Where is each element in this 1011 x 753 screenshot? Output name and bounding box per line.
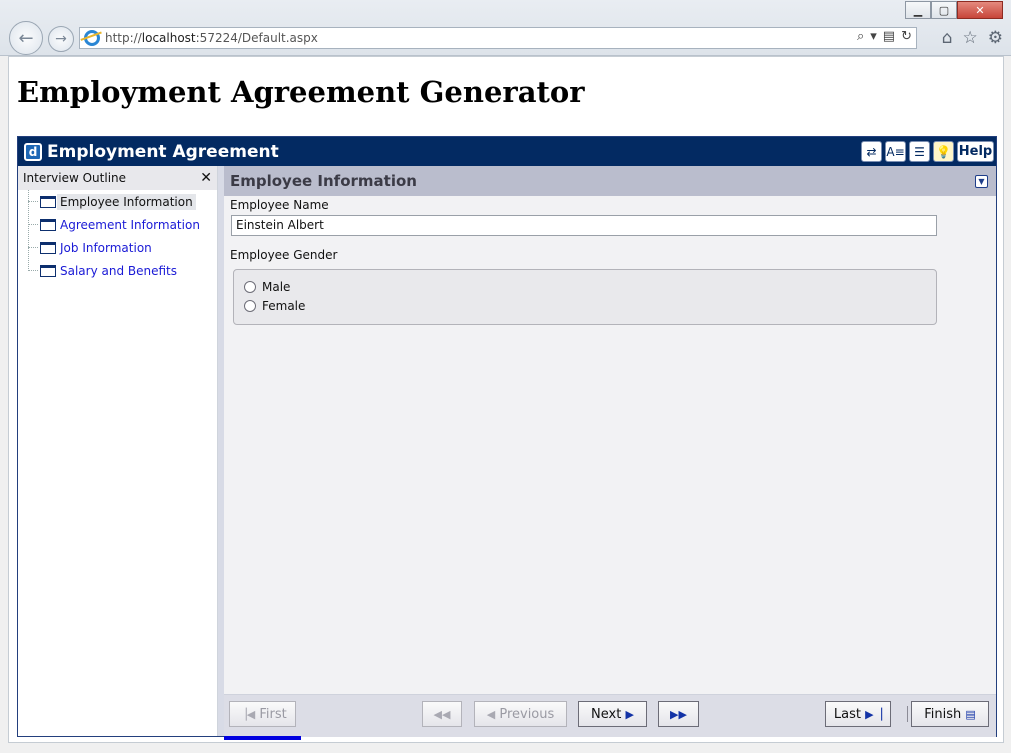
- page-title: Employment Agreement Generator: [17, 75, 585, 109]
- maximize-button[interactable]: ▢: [931, 1, 957, 19]
- radio-button[interactable]: [244, 300, 256, 312]
- settings-gear-icon[interactable]: ⚙: [988, 28, 1003, 48]
- first-arrow-icon: ▕◀: [238, 707, 256, 721]
- search-icon[interactable]: ⌕: [857, 29, 864, 44]
- outline-header: Interview Outline ✕: [18, 166, 217, 190]
- next-section-button[interactable]: ▶▶: [658, 701, 699, 727]
- outline-item-agreement-information[interactable]: Agreement Information: [28, 213, 217, 236]
- lightbulb-icon[interactable]: 💡: [933, 141, 954, 162]
- answer-summary-icon[interactable]: ☰: [909, 141, 930, 162]
- widget-toolbar: ⇄ A≡ ☰ 💡 Help: [861, 141, 994, 162]
- dialog-page-icon: [40, 241, 56, 254]
- outline-item-label: Salary and Benefits: [60, 263, 178, 278]
- collapse-chevron-icon[interactable]: ▼: [975, 175, 988, 188]
- finish-label: Finish: [924, 706, 962, 722]
- back-arrow-icon: ←: [18, 27, 34, 49]
- home-icon[interactable]: ⌂: [942, 28, 953, 48]
- gender-option-female[interactable]: Female: [244, 299, 305, 313]
- swap-view-icon[interactable]: ⇄: [861, 141, 882, 162]
- employee-gender-label: Employee Gender: [230, 248, 338, 262]
- widget-header: d Employment Agreement ⇄ A≡ ☰ 💡 Help: [18, 137, 996, 166]
- double-right-arrow-icon: ▶▶: [670, 707, 687, 721]
- interview-outline: Interview Outline ✕ Employee Information…: [18, 166, 218, 736]
- dialog-page-icon: [40, 195, 56, 208]
- progress-bar: [224, 736, 301, 740]
- gender-radio-group: Male Female: [233, 269, 937, 325]
- minimize-button[interactable]: ▁: [905, 1, 931, 19]
- outline-tree: Employee Information Agreement Informati…: [18, 190, 217, 282]
- first-button[interactable]: ▕◀ First: [229, 701, 296, 727]
- next-button[interactable]: Next ▶: [578, 701, 647, 727]
- dialog-page-icon: [40, 218, 56, 231]
- ie-logo-icon: [84, 30, 100, 46]
- refresh-icon[interactable]: ↻: [901, 29, 912, 44]
- address-tools: ⌕ ▾ ▤ ↻: [857, 29, 912, 44]
- dropdown-icon[interactable]: ▾: [870, 29, 877, 44]
- dialog-title: Employee Information: [230, 172, 417, 190]
- previous-section-button[interactable]: ◀◀: [422, 701, 462, 727]
- outline-item-label: Job Information: [60, 240, 152, 255]
- next-arrow-icon: ▶: [625, 707, 634, 721]
- finish-button[interactable]: Finish ▤: [911, 701, 989, 727]
- next-label: Next: [591, 706, 622, 722]
- help-button[interactable]: Help: [957, 141, 994, 162]
- outline-item-label: Employee Information: [57, 193, 196, 210]
- widget-title: Employment Agreement: [47, 141, 279, 162]
- last-label: Last: [833, 706, 862, 722]
- close-outline-icon[interactable]: ✕: [200, 170, 212, 186]
- double-left-arrow-icon: ◀◀: [433, 707, 451, 721]
- hotdocs-logo-icon: d: [24, 142, 42, 161]
- previous-button[interactable]: ◀ Previous: [474, 701, 567, 727]
- preview-document-icon[interactable]: A≡: [885, 141, 906, 162]
- outline-item-salary-and-benefits[interactable]: Salary and Benefits: [28, 259, 217, 282]
- first-label: First: [259, 706, 287, 722]
- radio-label: Male: [262, 280, 291, 294]
- employee-name-label: Employee Name: [230, 198, 329, 212]
- forward-button[interactable]: →: [48, 26, 74, 52]
- previous-arrow-icon: ◀: [486, 707, 496, 721]
- employee-name-input[interactable]: Einstein Albert: [231, 215, 937, 236]
- dialog-page-icon: [40, 264, 56, 277]
- nav-separator: [907, 706, 908, 722]
- outline-item-employee-information[interactable]: Employee Information: [28, 190, 217, 213]
- page-body: Employment Agreement Generator d Employm…: [8, 56, 1004, 743]
- window-controls: ▁ ▢ ✕: [905, 1, 1003, 19]
- last-arrow-icon: ▶▕: [865, 707, 883, 721]
- gender-option-male[interactable]: Male: [244, 280, 290, 294]
- address-url: http://localhost:57224/Default.aspx: [105, 31, 318, 45]
- radio-button[interactable]: [244, 281, 256, 293]
- finish-document-icon: ▤: [965, 707, 976, 721]
- interview-widget: d Employment Agreement ⇄ A≡ ☰ 💡 Help Int…: [17, 136, 997, 740]
- dialog-header: Employee Information ▼: [224, 166, 996, 196]
- compat-view-icon[interactable]: ▤: [883, 29, 895, 44]
- outline-item-label: Agreement Information: [60, 217, 200, 232]
- favorites-star-icon[interactable]: ☆: [963, 28, 978, 48]
- radio-label: Female: [262, 299, 306, 313]
- forward-arrow-icon: →: [55, 31, 67, 47]
- back-button[interactable]: ←: [9, 21, 43, 55]
- close-window-button[interactable]: ✕: [957, 1, 1003, 19]
- last-button[interactable]: Last ▶▕: [825, 701, 891, 727]
- outline-header-label: Interview Outline: [23, 171, 127, 185]
- address-bar[interactable]: http://localhost:57224/Default.aspx ⌕ ▾ …: [79, 27, 917, 49]
- outline-item-job-information[interactable]: Job Information: [28, 236, 217, 259]
- dialog-pane: Employee Information ▼ Employee Name Ein…: [224, 166, 996, 694]
- browser-toolbar: ⌂ ☆ ⚙: [942, 28, 1003, 48]
- previous-label: Previous: [499, 706, 555, 722]
- browser-chrome: ▁ ▢ ✕ ← → http://localhost:57224/Default…: [0, 0, 1011, 56]
- interview-navigation-bar: ▕◀ First ◀◀ ◀ Previous Next ▶ ▶▶ Last ▶▕…: [224, 694, 996, 740]
